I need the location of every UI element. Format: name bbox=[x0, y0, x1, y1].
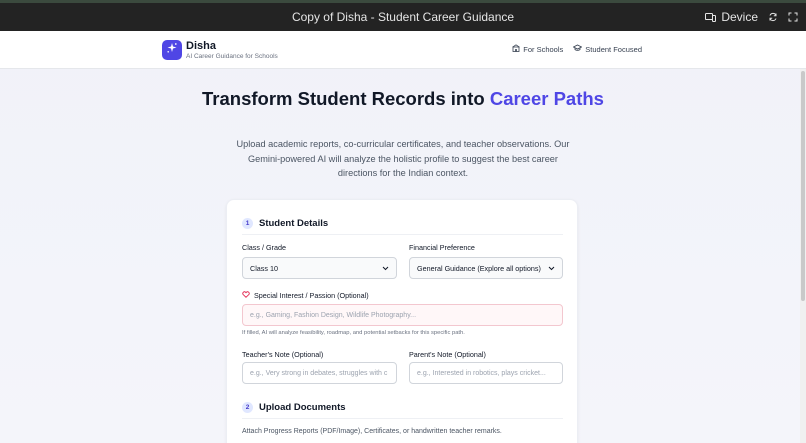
section-number-badge: 2 bbox=[242, 402, 253, 413]
financial-preference-select[interactable]: General Guidance (Explore all options) bbox=[409, 257, 563, 279]
window-title-bar: Copy of Disha - Student Career Guidance … bbox=[0, 0, 806, 31]
hero-title-main: Transform Student Records into bbox=[202, 88, 490, 109]
financial-preference-value: General Guidance (Explore all options) bbox=[417, 263, 541, 273]
chevron-down-icon bbox=[548, 264, 555, 273]
section-divider bbox=[242, 418, 563, 419]
graduation-cap-icon bbox=[572, 44, 583, 54]
student-form-card: 1 Student Details Class / Grade Class 10… bbox=[226, 199, 578, 443]
brand-logo[interactable] bbox=[162, 40, 182, 60]
hero-title-accent: Career Paths bbox=[489, 88, 604, 109]
nav-label: Student Focused bbox=[585, 44, 642, 54]
app-header: Disha AI Career Guidance for Schools For… bbox=[0, 31, 806, 69]
device-label: Device bbox=[721, 10, 758, 24]
brand-tagline: AI Career Guidance for Schools bbox=[186, 53, 278, 60]
school-icon bbox=[512, 44, 520, 54]
special-interest-label-text: Special Interest / Passion (Optional) bbox=[254, 291, 369, 300]
window-title: Copy of Disha - Student Career Guidance bbox=[291, 10, 515, 24]
brand-name: Disha bbox=[186, 40, 216, 52]
hero-title: Transform Student Records into Career Pa… bbox=[200, 89, 606, 109]
class-grade-select[interactable]: Class 10 bbox=[242, 257, 397, 279]
parent-note-label: Parent's Note (Optional) bbox=[409, 350, 486, 359]
upload-description: Attach Progress Reports (PDF/Image), Cer… bbox=[242, 428, 502, 435]
chevron-down-icon bbox=[382, 264, 389, 273]
refresh-icon[interactable] bbox=[768, 12, 778, 22]
special-interest-label: Special Interest / Passion (Optional) bbox=[242, 291, 369, 300]
fullscreen-icon[interactable] bbox=[788, 12, 798, 22]
device-toggle[interactable]: Device bbox=[705, 10, 758, 24]
section-title: Student Details bbox=[259, 218, 329, 229]
teacher-note-label: Teacher's Note (Optional) bbox=[242, 350, 324, 359]
special-interest-input[interactable]: e.g., Gaming, Fashion Design, Wildlife P… bbox=[242, 304, 563, 326]
hero-description: Upload academic reports, co-curricular c… bbox=[236, 139, 570, 178]
class-grade-value: Class 10 bbox=[250, 263, 278, 273]
nav-label: For Schools bbox=[523, 44, 564, 54]
section-student-details: 1 Student Details bbox=[242, 218, 328, 229]
device-icon bbox=[705, 12, 717, 22]
page-scrollbar[interactable] bbox=[800, 69, 806, 443]
nav-for-schools[interactable]: For Schools bbox=[512, 44, 563, 54]
section-divider bbox=[242, 234, 563, 235]
header-nav: For Schools Student Focused bbox=[512, 44, 642, 54]
parent-note-placeholder: e.g., Interested in robotics, plays cric… bbox=[417, 369, 546, 377]
heart-icon bbox=[242, 291, 250, 300]
sparkles-icon bbox=[166, 41, 178, 59]
scrollbar-thumb[interactable] bbox=[801, 71, 805, 301]
financial-preference-label: Financial Preference bbox=[409, 243, 475, 252]
class-grade-label: Class / Grade bbox=[242, 243, 286, 252]
section-upload-documents: 2 Upload Documents bbox=[242, 402, 346, 413]
section-number-badge: 1 bbox=[242, 218, 253, 229]
special-interest-placeholder: e.g., Gaming, Fashion Design, Wildlife P… bbox=[250, 311, 417, 319]
parent-note-input[interactable]: e.g., Interested in robotics, plays cric… bbox=[409, 362, 563, 384]
nav-student-focused[interactable]: Student Focused bbox=[572, 44, 642, 54]
app-viewport: Disha AI Career Guidance for Schools For… bbox=[0, 31, 806, 443]
teacher-note-placeholder: e.g., Very strong in debates, struggles … bbox=[250, 369, 388, 377]
teacher-note-input[interactable]: e.g., Very strong in debates, struggles … bbox=[242, 362, 397, 384]
section-title: Upload Documents bbox=[259, 402, 346, 413]
special-interest-hint: If filled, AI will analyze feasibility, … bbox=[242, 330, 465, 336]
